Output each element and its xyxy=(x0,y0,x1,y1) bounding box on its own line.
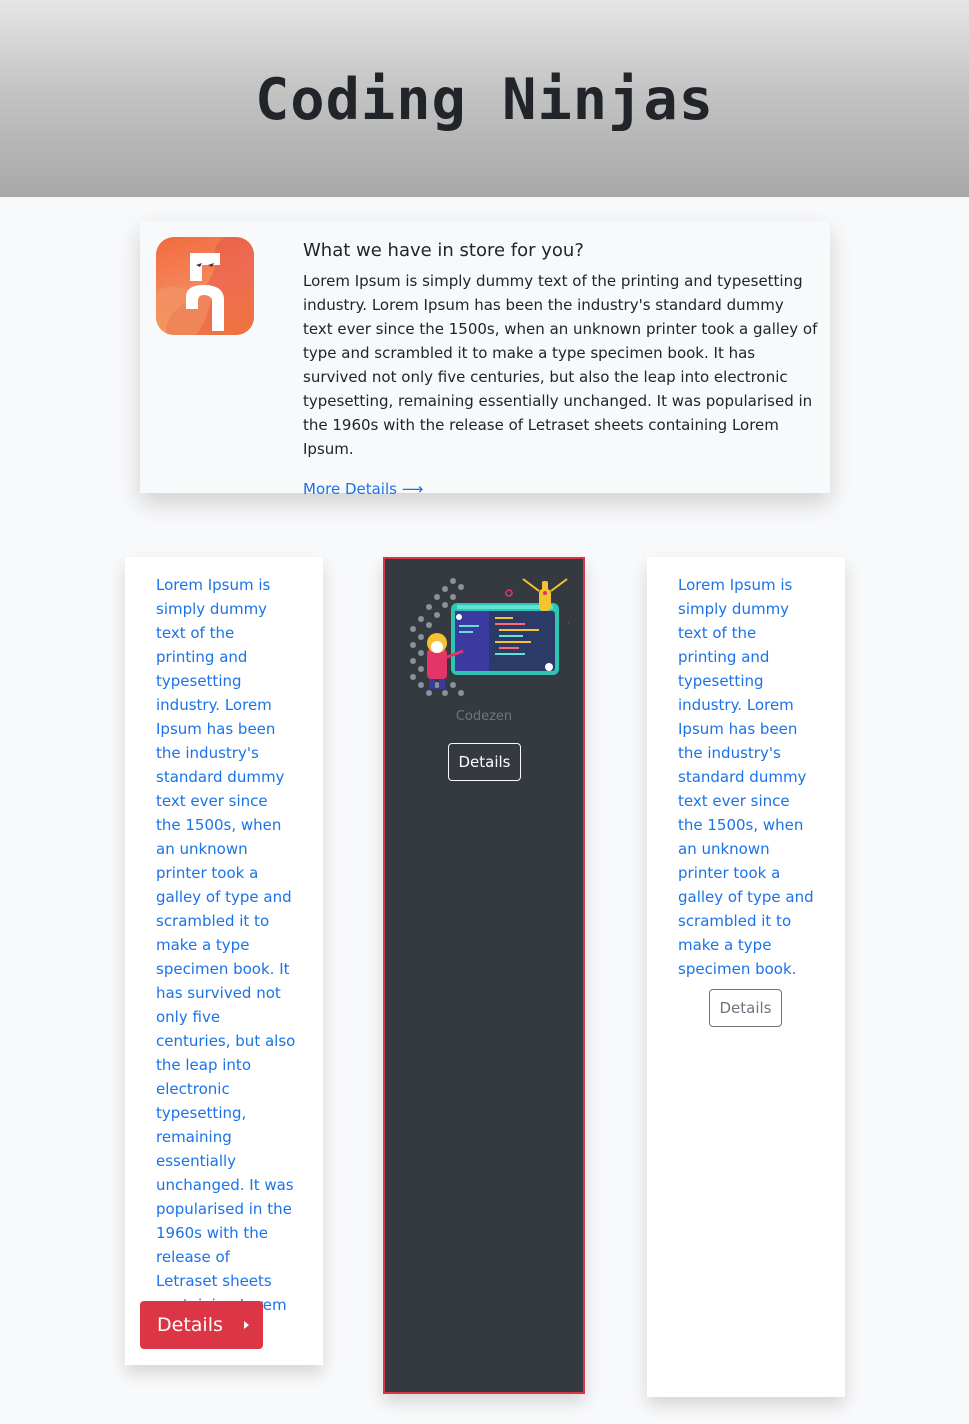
card-right-text: Lorem Ipsum is simply dummy text of the … xyxy=(678,576,814,978)
card-middle: Codezen Details xyxy=(383,557,585,1394)
card-left-details-button[interactable]: Details xyxy=(140,1301,263,1349)
caret-right-icon xyxy=(244,1321,249,1329)
card-left: Lorem Ipsum is simply dummy text of the … xyxy=(125,557,323,1365)
card-right: Lorem Ipsum is simply dummy text of the … xyxy=(647,557,845,1397)
info-card-title: What we have in store for you? xyxy=(303,240,584,261)
page-header: Coding Ninjas xyxy=(0,0,969,197)
info-card: What we have in store for you? Lorem Ips… xyxy=(140,221,830,498)
codezen-illustration xyxy=(399,567,574,702)
card-middle-caption: Codezen xyxy=(455,709,513,724)
coding-ninjas-logo-icon xyxy=(156,237,254,335)
card-left-details-label: Details xyxy=(157,1314,223,1336)
more-details-label: More Details xyxy=(303,480,397,498)
arrow-right-icon: ⟶ xyxy=(401,480,424,498)
more-details-link[interactable]: More Details ⟶ xyxy=(303,477,423,501)
info-card-text: Lorem Ipsum is simply dummy text of the … xyxy=(303,272,818,458)
page-title: Coding Ninjas xyxy=(254,67,715,133)
card-left-text: Lorem Ipsum is simply dummy text of the … xyxy=(156,576,296,1338)
card-right-details-button[interactable]: Details xyxy=(709,989,782,1027)
card-middle-details-button[interactable]: Details xyxy=(448,743,521,781)
